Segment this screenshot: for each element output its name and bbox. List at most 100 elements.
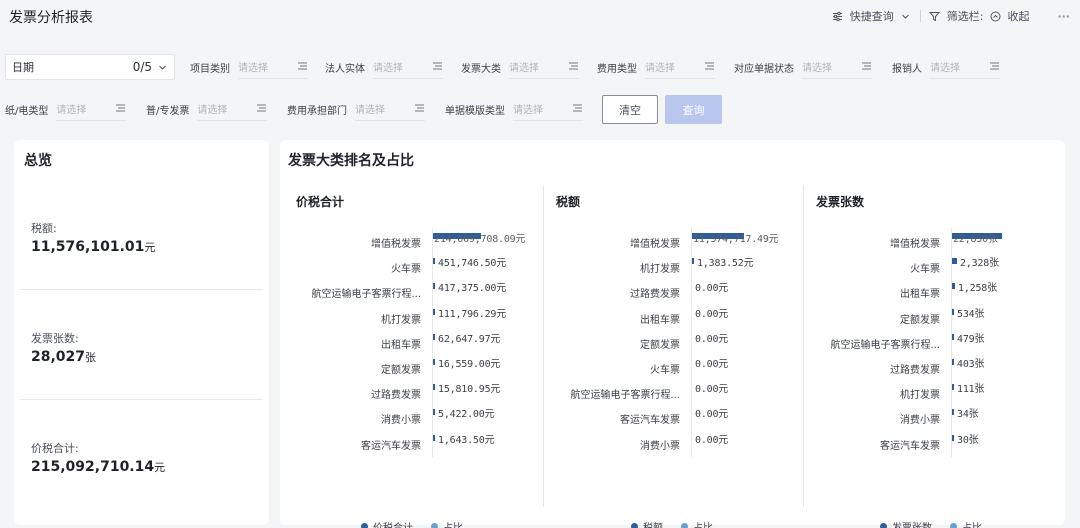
chart-row[interactable]: 增值税发票 214,009,708.09元 [296, 232, 541, 250]
chart-row[interactable]: 航空运输电子客票行程... 417,375.00元 [296, 282, 541, 300]
legend-label: 占比 [693, 519, 713, 528]
chart-title: 发票张数 [816, 195, 865, 209]
category-label: 火车票 [910, 264, 940, 276]
filter-select[interactable]: 请选择 [238, 55, 308, 79]
bar[interactable] [433, 308, 435, 315]
chart-row[interactable]: 机打发票 111张 [816, 383, 1061, 401]
page-header: 发票分析报表 快捷查询 筛选栏: 收起 ··· [0, 0, 1080, 34]
filter-label: 费用类型 [597, 63, 637, 75]
filter-select[interactable]: 请选择 [509, 55, 579, 79]
bar[interactable] [952, 308, 954, 315]
category-label: 出租车票 [900, 289, 940, 301]
bar[interactable] [433, 258, 435, 265]
filter-reimburser: 报销人 请选择 [892, 55, 1000, 79]
chart-row[interactable]: 火车票 0.00元 [556, 358, 801, 376]
data-label: 534张 [957, 308, 985, 320]
chart-row[interactable]: 航空运输电子客票行程... 0.00元 [556, 383, 801, 401]
chart-row[interactable]: 火车票 2,328张 [816, 257, 1061, 275]
chart-row[interactable]: 客运汽车发票 0.00元 [556, 408, 801, 426]
collapse-button[interactable]: 收起 [1007, 8, 1029, 24]
legend-item[interactable]: 价税合计 [361, 519, 413, 528]
overview-total-with-tax: 价税合计: 215,092,710.14元 [31, 440, 165, 475]
chevron-down-icon [156, 61, 168, 73]
legend-dot [431, 523, 438, 528]
bar[interactable] [433, 409, 435, 416]
list-icon [115, 103, 126, 114]
chart-row[interactable]: 定额发票 0.00元 [556, 333, 801, 351]
placeholder: 请选择 [802, 63, 832, 74]
chart-row[interactable]: 出租车票 1,258张 [816, 282, 1061, 300]
legend-item[interactable]: 占比 [431, 519, 463, 528]
chart-row[interactable]: 增值税发票 22,850张 [816, 232, 1061, 250]
bar[interactable] [433, 384, 435, 391]
legend-item[interactable]: 占比 [681, 519, 713, 528]
legend-item[interactable]: 发票张数 [880, 519, 932, 528]
filter-select[interactable]: 请选择 [56, 97, 127, 121]
filter-select[interactable]: 请选择 [513, 97, 583, 121]
bar[interactable] [692, 258, 694, 265]
bar[interactable] [433, 434, 435, 441]
chevron-down-icon[interactable] [900, 10, 912, 22]
placeholder: 请选择 [56, 105, 87, 116]
bar[interactable] [952, 409, 954, 416]
date-filter[interactable]: 日期 0/5 [5, 54, 175, 80]
category-label: 机打发票 [640, 264, 680, 276]
legend-label: 占比 [962, 519, 982, 528]
chart-legend: 发票张数 占比 [880, 519, 982, 528]
bar[interactable] [433, 359, 435, 365]
bar[interactable] [433, 283, 435, 290]
list-icon [414, 103, 425, 114]
chart-row[interactable]: 出租车票 62,647.97元 [296, 333, 541, 351]
chart-row[interactable]: 过路费发票 403张 [816, 358, 1061, 376]
bar[interactable] [952, 434, 954, 441]
legend-dot [361, 523, 368, 528]
chart-row[interactable]: 机打发票 111,796.29元 [296, 308, 541, 326]
filter-select[interactable]: 请选择 [197, 97, 268, 121]
chart-row[interactable]: 消费小票 34张 [816, 408, 1061, 426]
category-label: 增值税发票 [371, 239, 421, 250]
data-label: 5,422.00元 [438, 409, 495, 421]
bar[interactable] [952, 258, 957, 265]
collapse-icon[interactable] [989, 10, 1001, 22]
chart-row[interactable]: 航空运输电子客票行程... 479张 [816, 333, 1061, 351]
data-label: 16,559.00元 [438, 359, 501, 370]
legend-item[interactable]: 税额 [631, 519, 663, 528]
bar[interactable] [952, 333, 954, 340]
chart-row[interactable]: 定额发票 16,559.00元 [296, 358, 541, 376]
legend-item[interactable]: 占比 [950, 519, 982, 528]
filter-select[interactable]: 请选择 [645, 55, 715, 79]
chart-row[interactable]: 消费小票 0.00元 [556, 434, 801, 452]
bar[interactable] [952, 384, 954, 391]
category-label: 消费小票 [900, 415, 940, 427]
chart-row[interactable]: 过路费发票 15,810.95元 [296, 383, 541, 401]
filter-select[interactable]: 请选择 [802, 55, 872, 79]
chart-row[interactable]: 火车票 451,746.50元 [296, 257, 541, 275]
list-icon [704, 61, 715, 72]
metric-label: 价税合计: [31, 442, 79, 455]
metric-value: 28,027张 [31, 349, 96, 365]
filter-bar-label: 筛选栏: [946, 10, 984, 23]
quick-query-button[interactable]: 快捷查询 [850, 8, 894, 24]
filter-select[interactable]: 请选择 [930, 55, 1000, 79]
chart-row[interactable]: 出租车票 0.00元 [556, 308, 801, 326]
chart-row[interactable]: 定额发票 534张 [816, 308, 1061, 326]
chart-row[interactable]: 客运汽车发票 1,643.50元 [296, 434, 541, 452]
clear-button[interactable]: 清空 [602, 95, 658, 124]
bar[interactable] [952, 359, 954, 365]
chart-row[interactable]: 客运汽车发票 30张 [816, 434, 1061, 452]
filter-select[interactable]: 请选择 [355, 97, 425, 121]
chart-row[interactable]: 机打发票 1,383.52元 [556, 257, 801, 275]
query-button[interactable]: 查询 [665, 95, 722, 124]
chart-row[interactable]: 过路费发票 0.00元 [556, 282, 801, 300]
filter-select[interactable]: 请选择 [373, 55, 443, 79]
bar[interactable] [433, 333, 435, 340]
metric-unit: 张 [85, 351, 97, 364]
bar[interactable] [952, 283, 955, 290]
more-options-button[interactable]: ··· [1057, 10, 1070, 23]
category-label: 消费小票 [381, 415, 421, 427]
category-label: 出租车票 [381, 339, 421, 351]
divider [20, 399, 263, 400]
data-label: 2,328张 [960, 258, 999, 270]
chart-row[interactable]: 增值税发票 11,574,717.49元 [556, 232, 801, 250]
chart-row[interactable]: 消费小票 5,422.00元 [296, 408, 541, 426]
